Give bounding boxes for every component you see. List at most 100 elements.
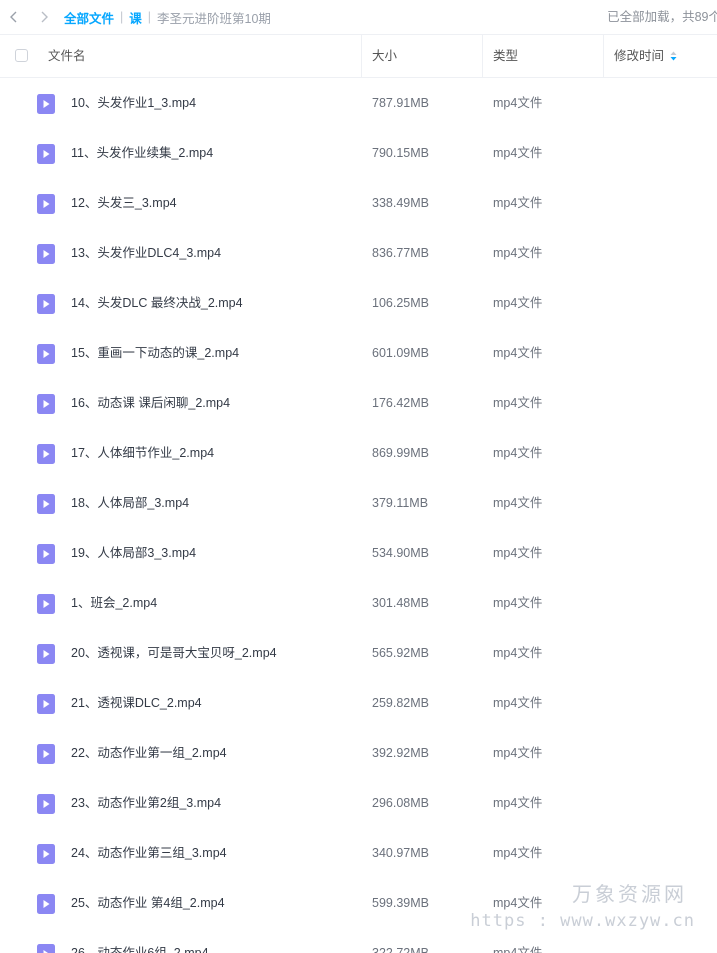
column-header-type[interactable]: 类型 [493, 35, 518, 77]
column-divider[interactable] [361, 35, 362, 77]
file-name[interactable]: 20、透视课，可是哥大宝贝呀_2.mp4 [71, 628, 277, 678]
file-name[interactable]: 14、头发DLC 最终决战_2.mp4 [71, 278, 243, 328]
breadcrumb-folder[interactable]: 课 [129, 8, 142, 27]
table-row[interactable]: 19、人体局部3_3.mp4 534.90MB mp4文件 [0, 528, 717, 578]
file-type: mp4文件 [493, 246, 543, 260]
file-size: 836.77MB [372, 246, 429, 260]
column-header-size[interactable]: 大小 [372, 35, 397, 77]
file-name[interactable]: 15、重画一下动态的课_2.mp4 [71, 328, 239, 378]
file-size: 106.25MB [372, 296, 429, 310]
file-size: 338.49MB [372, 196, 429, 210]
table-row[interactable]: 15、重画一下动态的课_2.mp4 601.09MB mp4文件 [0, 328, 717, 378]
file-name[interactable]: 1、班会_2.mp4 [71, 578, 157, 628]
file-type: mp4文件 [493, 446, 543, 460]
table-row[interactable]: 21、透视课DLC_2.mp4 259.82MB mp4文件 [0, 678, 717, 728]
forward-button[interactable] [32, 5, 56, 29]
file-size: 787.91MB [372, 96, 429, 110]
file-size: 869.99MB [372, 446, 429, 460]
file-type: mp4文件 [493, 196, 543, 210]
file-name[interactable]: 24、动态作业第三组_3.mp4 [71, 828, 227, 878]
table-row[interactable]: 16、动态课 课后闲聊_2.mp4 176.42MB mp4文件 [0, 378, 717, 428]
file-name[interactable]: 17、人体细节作业_2.mp4 [71, 428, 214, 478]
table-row[interactable]: 26、动态作业6组_2.mp4 322.72MB mp4文件 [0, 928, 717, 953]
file-type: mp4文件 [493, 796, 543, 810]
breadcrumb-root[interactable]: 全部文件 [64, 8, 114, 27]
column-divider[interactable] [603, 35, 604, 77]
load-status: 已全部加载，共89个 [607, 10, 717, 24]
file-type: mp4文件 [493, 946, 543, 953]
file-size: 296.08MB [372, 796, 429, 810]
video-file-icon [37, 244, 55, 264]
video-file-icon [37, 344, 55, 364]
table-row[interactable]: 13、头发作业DLC4_3.mp4 836.77MB mp4文件 [0, 228, 717, 278]
video-file-icon [37, 444, 55, 464]
breadcrumb-current: 李圣元进阶班第10期 [157, 11, 271, 26]
file-browser: 全部文件 | 课 | 李圣元进阶班第10期 已全部加载，共89个 文件名 大小 … [0, 0, 717, 953]
file-type: mp4文件 [493, 746, 543, 760]
file-name[interactable]: 23、动态作业第2组_3.mp4 [71, 778, 221, 828]
table-row[interactable]: 11、头发作业续集_2.mp4 790.15MB mp4文件 [0, 128, 717, 178]
back-button[interactable] [2, 5, 26, 29]
breadcrumb: 全部文件 | 课 | 李圣元进阶班第10期 [64, 8, 271, 27]
table-row[interactable]: 25、动态作业 第4组_2.mp4 599.39MB mp4文件 [0, 878, 717, 928]
video-file-icon [37, 844, 55, 864]
file-size: 259.82MB [372, 696, 429, 710]
table-row[interactable]: 17、人体细节作业_2.mp4 869.99MB mp4文件 [0, 428, 717, 478]
file-name[interactable]: 12、头发三_3.mp4 [71, 178, 177, 228]
file-type: mp4文件 [493, 146, 543, 160]
video-file-icon [37, 94, 55, 114]
file-type: mp4文件 [493, 496, 543, 510]
table-row[interactable]: 14、头发DLC 最终决战_2.mp4 106.25MB mp4文件 [0, 278, 717, 328]
select-all-checkbox[interactable] [15, 49, 28, 62]
file-name[interactable]: 10、头发作业1_3.mp4 [71, 78, 196, 128]
table-row[interactable]: 10、头发作业1_3.mp4 787.91MB mp4文件 [0, 78, 717, 128]
file-type: mp4文件 [493, 646, 543, 660]
file-type: mp4文件 [493, 846, 543, 860]
file-size: 301.48MB [372, 596, 429, 610]
file-type: mp4文件 [493, 396, 543, 410]
file-size: 392.92MB [372, 746, 429, 760]
video-file-icon [37, 394, 55, 414]
file-name[interactable]: 21、透视课DLC_2.mp4 [71, 678, 202, 728]
table-row[interactable]: 12、头发三_3.mp4 338.49MB mp4文件 [0, 178, 717, 228]
file-name[interactable]: 18、人体局部_3.mp4 [71, 478, 189, 528]
file-name[interactable]: 16、动态课 课后闲聊_2.mp4 [71, 378, 230, 428]
video-file-icon [37, 294, 55, 314]
chevron-right-icon [41, 11, 48, 23]
file-size: 534.90MB [372, 546, 429, 560]
breadcrumb-separator: | [120, 10, 124, 24]
video-file-icon [37, 894, 55, 914]
file-type: mp4文件 [493, 296, 543, 310]
table-row[interactable]: 20、透视课，可是哥大宝贝呀_2.mp4 565.92MB mp4文件 [0, 628, 717, 678]
file-name[interactable]: 22、动态作业第一组_2.mp4 [71, 728, 227, 778]
column-header-name[interactable]: 文件名 [48, 35, 86, 77]
file-size: 340.97MB [372, 846, 429, 860]
file-list: 10、头发作业1_3.mp4 787.91MB mp4文件 11、头发作业续集_2.m… [0, 78, 717, 953]
file-type: mp4文件 [493, 546, 543, 560]
video-file-icon [37, 544, 55, 564]
file-type: mp4文件 [493, 596, 543, 610]
table-row[interactable]: 22、动态作业第一组_2.mp4 392.92MB mp4文件 [0, 728, 717, 778]
video-file-icon [37, 194, 55, 214]
file-name[interactable]: 26、动态作业6组_2.mp4 [71, 928, 209, 953]
column-header-modified[interactable]: 修改时间 [614, 35, 677, 77]
table-header: 文件名 大小 类型 修改时间 [0, 35, 717, 78]
column-header-modified-label: 修改时间 [614, 49, 665, 63]
file-name[interactable]: 13、头发作业DLC4_3.mp4 [71, 228, 221, 278]
column-divider[interactable] [482, 35, 483, 77]
table-row[interactable]: 18、人体局部_3.mp4 379.11MB mp4文件 [0, 478, 717, 528]
sort-icon[interactable] [670, 51, 677, 61]
file-name[interactable]: 19、人体局部3_3.mp4 [71, 528, 196, 578]
file-name[interactable]: 11、头发作业续集_2.mp4 [71, 128, 213, 178]
file-name[interactable]: 25、动态作业 第4组_2.mp4 [71, 878, 225, 928]
file-size: 601.09MB [372, 346, 429, 360]
video-file-icon [37, 494, 55, 514]
table-row[interactable]: 1、班会_2.mp4 301.48MB mp4文件 [0, 578, 717, 628]
video-file-icon [37, 944, 55, 953]
table-row[interactable]: 23、动态作业第2组_3.mp4 296.08MB mp4文件 [0, 778, 717, 828]
video-file-icon [37, 794, 55, 814]
table-row[interactable]: 24、动态作业第三组_3.mp4 340.97MB mp4文件 [0, 828, 717, 878]
file-size: 565.92MB [372, 646, 429, 660]
file-size: 599.39MB [372, 896, 429, 910]
video-file-icon [37, 694, 55, 714]
